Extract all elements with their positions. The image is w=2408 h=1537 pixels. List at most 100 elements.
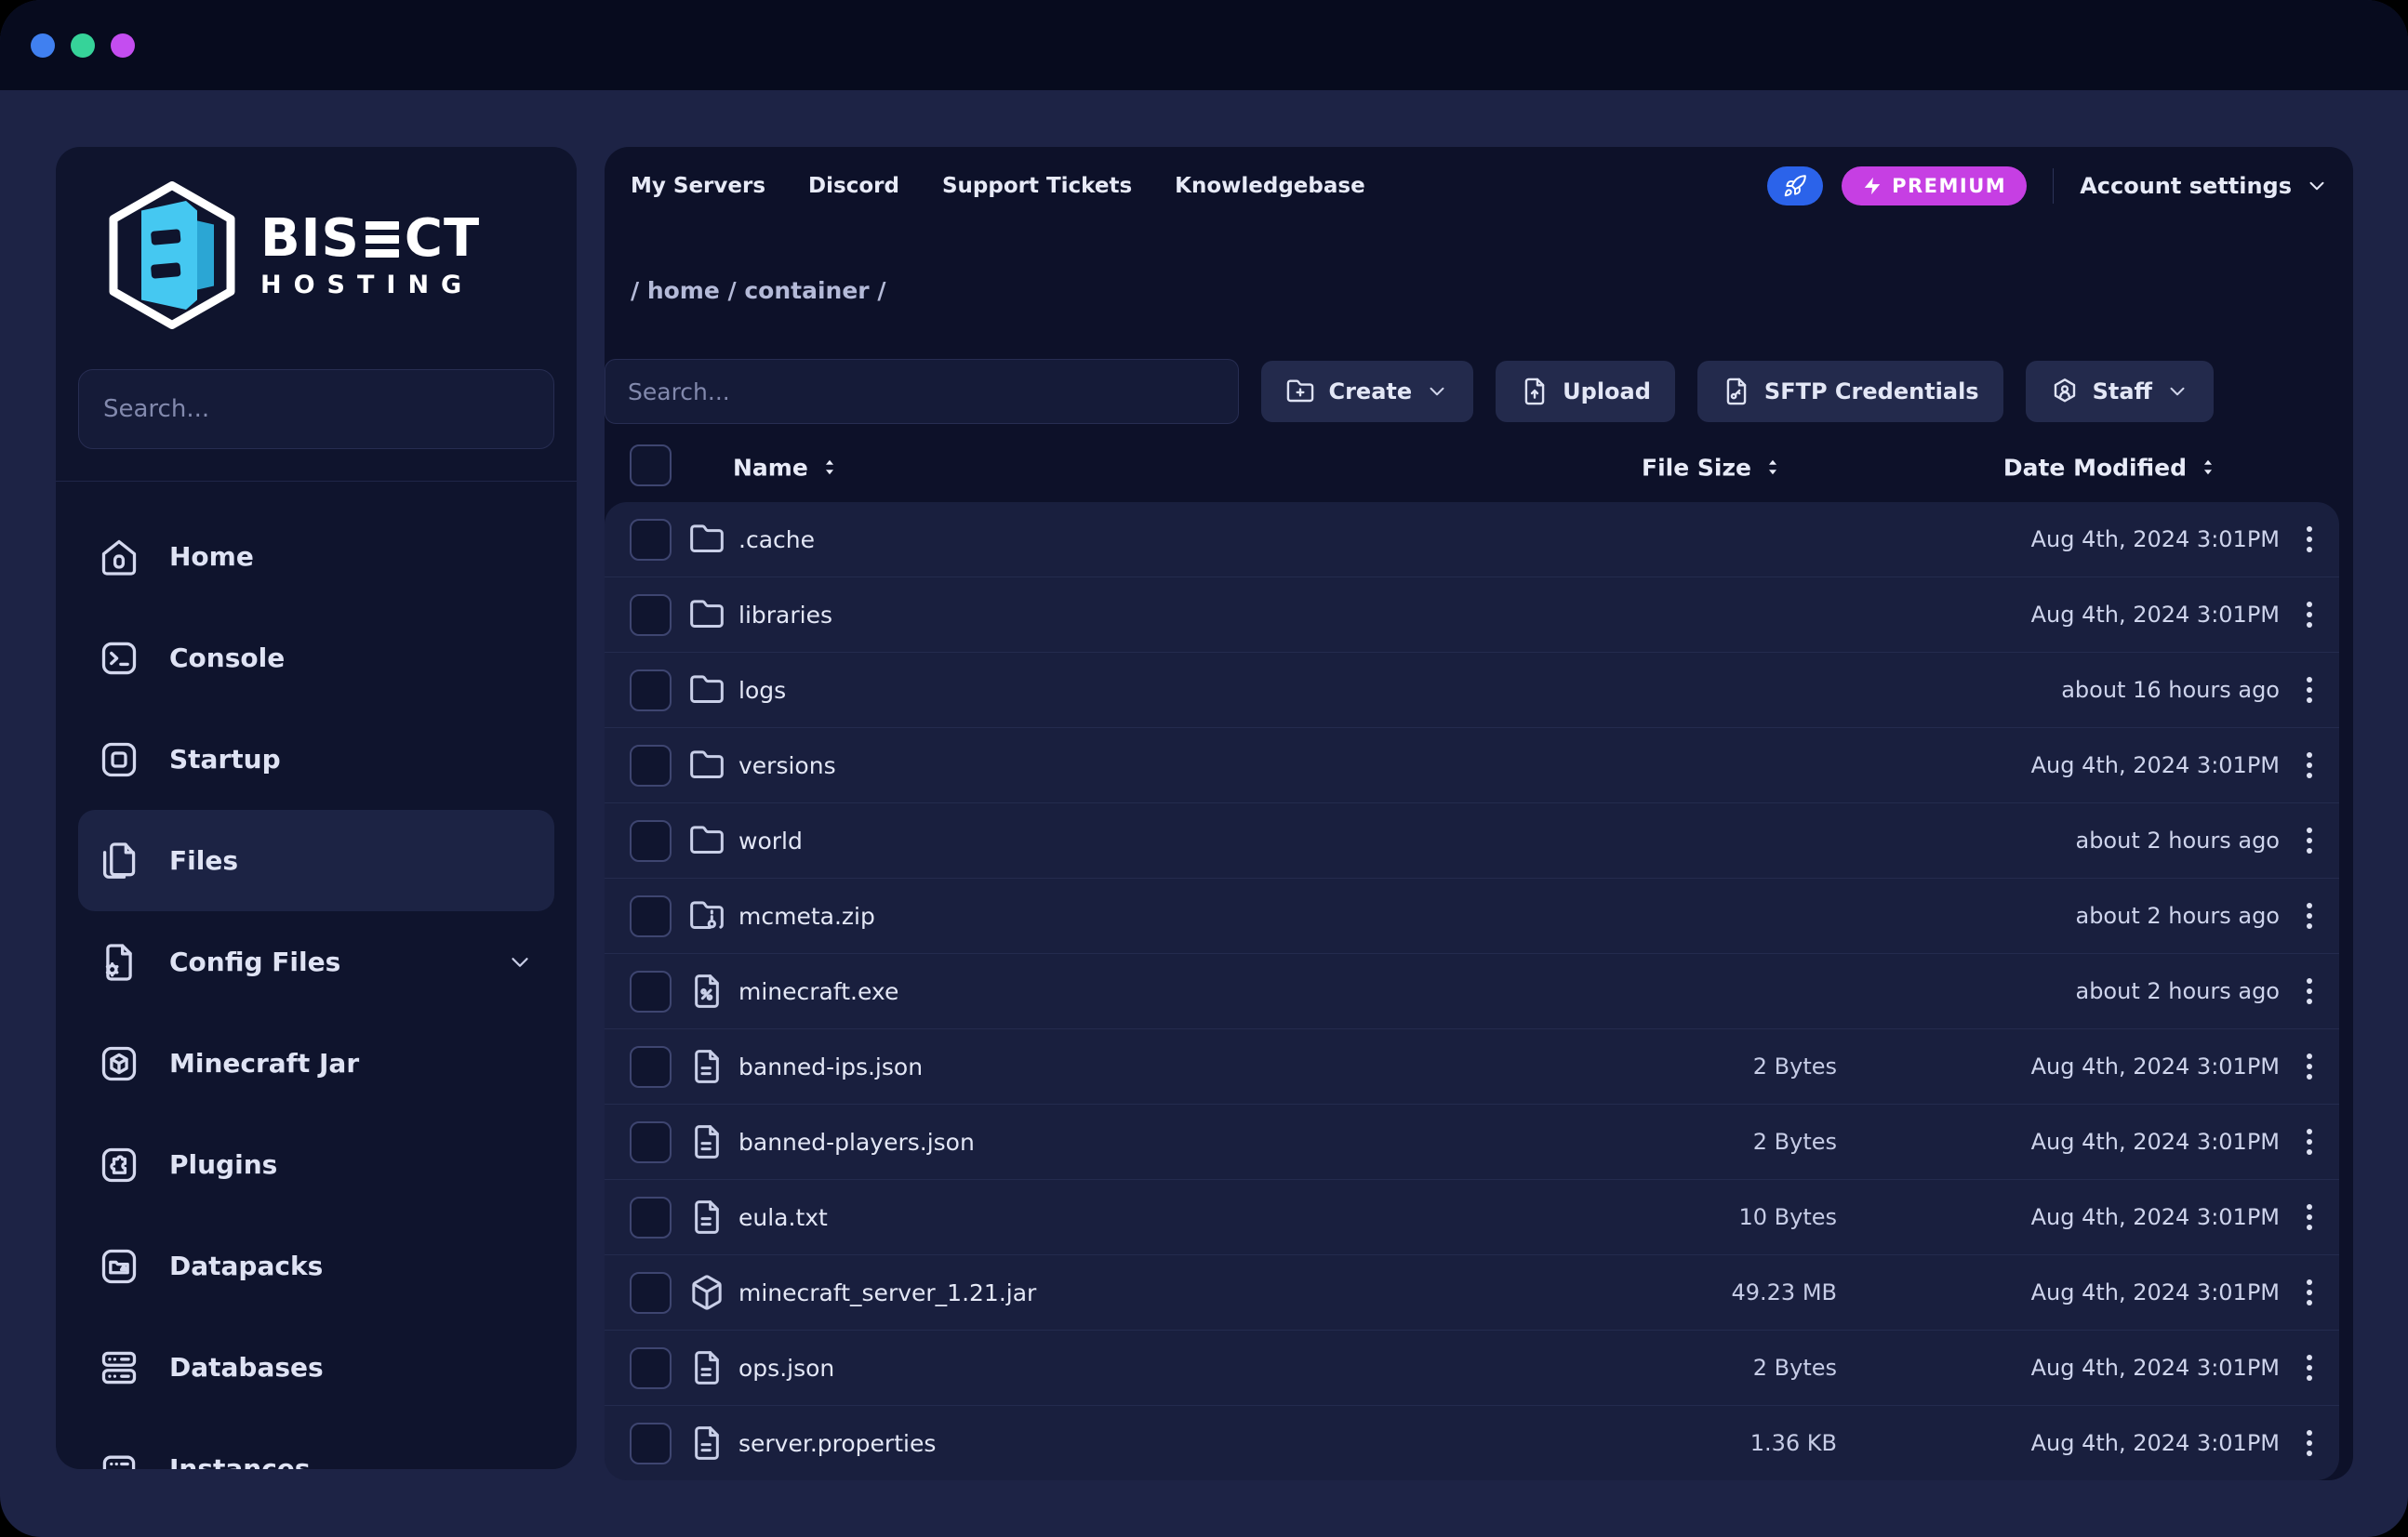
file-name[interactable]: server.properties bbox=[738, 1430, 1437, 1457]
table-row[interactable]: minecraft.exeabout 2 hours ago bbox=[605, 953, 2339, 1028]
premium-button[interactable]: PREMIUM bbox=[1842, 166, 2027, 205]
file-name[interactable]: banned-ips.json bbox=[738, 1053, 1437, 1080]
server-icon bbox=[99, 1449, 140, 1470]
staff-button[interactable]: Staff bbox=[2026, 361, 2214, 422]
row-menu-icon[interactable] bbox=[2280, 1430, 2339, 1456]
file-name[interactable]: eula.txt bbox=[738, 1204, 1437, 1231]
row-menu-icon[interactable] bbox=[2280, 1279, 2339, 1305]
sort-icon[interactable] bbox=[1763, 456, 1783, 480]
row-menu-icon[interactable] bbox=[2280, 526, 2339, 552]
nav-link-my-servers[interactable]: My Servers bbox=[631, 174, 765, 198]
sidebar-item-databases[interactable]: Databases bbox=[78, 1317, 554, 1418]
sidebar-item-plugins[interactable]: Plugins bbox=[78, 1114, 554, 1215]
row-checkbox[interactable] bbox=[630, 1272, 672, 1314]
row-checkbox[interactable] bbox=[630, 895, 672, 937]
file-list: .cacheAug 4th, 2024 3:01PM librariesAug … bbox=[605, 502, 2339, 1480]
file-name[interactable]: banned-players.json bbox=[738, 1129, 1437, 1156]
sftp-credentials-button[interactable]: SFTP Credentials bbox=[1697, 361, 2003, 422]
file-date: Aug 4th, 2024 3:01PM bbox=[1837, 1204, 2280, 1230]
table-row[interactable]: banned-ips.json2 BytesAug 4th, 2024 3:01… bbox=[605, 1028, 2339, 1104]
row-checkbox[interactable] bbox=[630, 971, 672, 1013]
row-checkbox[interactable] bbox=[630, 594, 672, 636]
table-header: Name File Size Date Modified bbox=[605, 432, 2339, 502]
file-name[interactable]: logs bbox=[738, 677, 1437, 704]
table-row[interactable]: mcmeta.zipabout 2 hours ago bbox=[605, 878, 2339, 953]
sidebar-item-label: Minecraft Jar bbox=[169, 1048, 359, 1079]
row-menu-icon[interactable] bbox=[2280, 903, 2339, 929]
row-checkbox[interactable] bbox=[630, 745, 672, 787]
sidebar-item-startup[interactable]: Startup bbox=[78, 709, 554, 810]
column-header-date-modified[interactable]: Date Modified bbox=[2003, 454, 2218, 481]
traffic-light-purple-icon[interactable] bbox=[111, 33, 135, 58]
table-row[interactable]: librariesAug 4th, 2024 3:01PM bbox=[605, 576, 2339, 652]
row-checkbox[interactable] bbox=[630, 519, 672, 561]
sidebar-search-input[interactable]: Search... bbox=[78, 369, 554, 449]
file-name[interactable]: minecraft.exe bbox=[738, 978, 1437, 1005]
file-name[interactable]: libraries bbox=[738, 602, 1437, 629]
window-titlebar bbox=[0, 0, 2408, 90]
file-size: 10 Bytes bbox=[1437, 1204, 1837, 1230]
nav-right-cluster: PREMIUM Account settings bbox=[1767, 166, 2329, 205]
column-header-file-size[interactable]: File Size bbox=[1642, 454, 1783, 481]
nav-link-support-tickets[interactable]: Support Tickets bbox=[942, 174, 1132, 198]
breadcrumb[interactable]: / home / container / bbox=[631, 277, 885, 304]
traffic-light-green-icon[interactable] bbox=[71, 33, 95, 58]
file-upload-icon bbox=[1520, 377, 1550, 406]
upload-button[interactable]: Upload bbox=[1496, 361, 1675, 422]
row-menu-icon[interactable] bbox=[2280, 828, 2339, 854]
folder-plus-icon bbox=[1285, 377, 1315, 406]
row-checkbox[interactable] bbox=[630, 1347, 672, 1389]
table-row[interactable]: ops.json2 BytesAug 4th, 2024 3:01PM bbox=[605, 1330, 2339, 1405]
sidebar-item-datapacks[interactable]: Datapacks bbox=[78, 1215, 554, 1317]
nav-link-knowledgebase[interactable]: Knowledgebase bbox=[1175, 174, 1365, 198]
file-search-input[interactable]: Search... bbox=[605, 359, 1239, 424]
row-menu-icon[interactable] bbox=[2280, 1204, 2339, 1230]
table-row[interactable]: server.properties1.36 KBAug 4th, 2024 3:… bbox=[605, 1405, 2339, 1480]
row-menu-icon[interactable] bbox=[2280, 1053, 2339, 1080]
row-menu-icon[interactable] bbox=[2280, 978, 2339, 1004]
table-row[interactable]: worldabout 2 hours ago bbox=[605, 802, 2339, 878]
column-header-name[interactable]: Name bbox=[733, 454, 840, 481]
sidebar-item-home[interactable]: Home bbox=[78, 506, 554, 607]
sidebar-item-files[interactable]: Files bbox=[78, 810, 554, 911]
row-checkbox[interactable] bbox=[630, 669, 672, 711]
row-menu-icon[interactable] bbox=[2280, 677, 2339, 703]
row-checkbox[interactable] bbox=[630, 1197, 672, 1239]
sidebar-item-config-files[interactable]: Config Files bbox=[78, 911, 554, 1013]
row-checkbox[interactable] bbox=[630, 1121, 672, 1163]
table-row[interactable]: logsabout 16 hours ago bbox=[605, 652, 2339, 727]
table-row[interactable]: eula.txt10 BytesAug 4th, 2024 3:01PM bbox=[605, 1179, 2339, 1254]
file-name[interactable]: versions bbox=[738, 752, 1437, 779]
create-button[interactable]: Create bbox=[1261, 361, 1473, 422]
row-checkbox[interactable] bbox=[630, 1423, 672, 1464]
file-name[interactable]: ops.json bbox=[738, 1355, 1437, 1382]
file-name[interactable]: world bbox=[738, 828, 1437, 855]
row-menu-icon[interactable] bbox=[2280, 1129, 2339, 1155]
table-row[interactable]: banned-players.json2 BytesAug 4th, 2024 … bbox=[605, 1104, 2339, 1179]
row-menu-icon[interactable] bbox=[2280, 602, 2339, 628]
row-menu-icon[interactable] bbox=[2280, 1355, 2339, 1381]
select-all-checkbox[interactable] bbox=[630, 444, 672, 486]
sidebar-item-instances[interactable]: Instances bbox=[78, 1418, 554, 1469]
account-settings-menu[interactable]: Account settings bbox=[2080, 173, 2329, 199]
file-name[interactable]: minecraft_server_1.21.jar bbox=[738, 1279, 1437, 1306]
rocket-button[interactable] bbox=[1767, 166, 1823, 205]
file-name[interactable]: .cache bbox=[738, 526, 1437, 553]
row-checkbox[interactable] bbox=[630, 820, 672, 862]
row-menu-icon[interactable] bbox=[2280, 752, 2339, 778]
sidebar-item-minecraft-jar[interactable]: Minecraft Jar bbox=[78, 1013, 554, 1114]
table-row[interactable]: versionsAug 4th, 2024 3:01PM bbox=[605, 727, 2339, 802]
table-row[interactable]: minecraft_server_1.21.jar49.23 MBAug 4th… bbox=[605, 1254, 2339, 1330]
bisect-hosting-logo[interactable]: BISCT HOSTING bbox=[102, 179, 577, 332]
sidebar-item-label: Datapacks bbox=[169, 1251, 323, 1281]
traffic-light-blue-icon[interactable] bbox=[31, 33, 55, 58]
row-checkbox[interactable] bbox=[630, 1046, 672, 1088]
sidebar-item-console[interactable]: Console bbox=[78, 607, 554, 709]
sort-icon[interactable] bbox=[2198, 456, 2218, 480]
file-name[interactable]: mcmeta.zip bbox=[738, 903, 1437, 930]
chevron-down-icon[interactable] bbox=[506, 948, 534, 976]
nav-link-discord[interactable]: Discord bbox=[808, 174, 899, 198]
table-row[interactable]: .cacheAug 4th, 2024 3:01PM bbox=[605, 502, 2339, 576]
sort-icon[interactable] bbox=[819, 456, 840, 480]
chevron-down-icon bbox=[2165, 379, 2189, 404]
